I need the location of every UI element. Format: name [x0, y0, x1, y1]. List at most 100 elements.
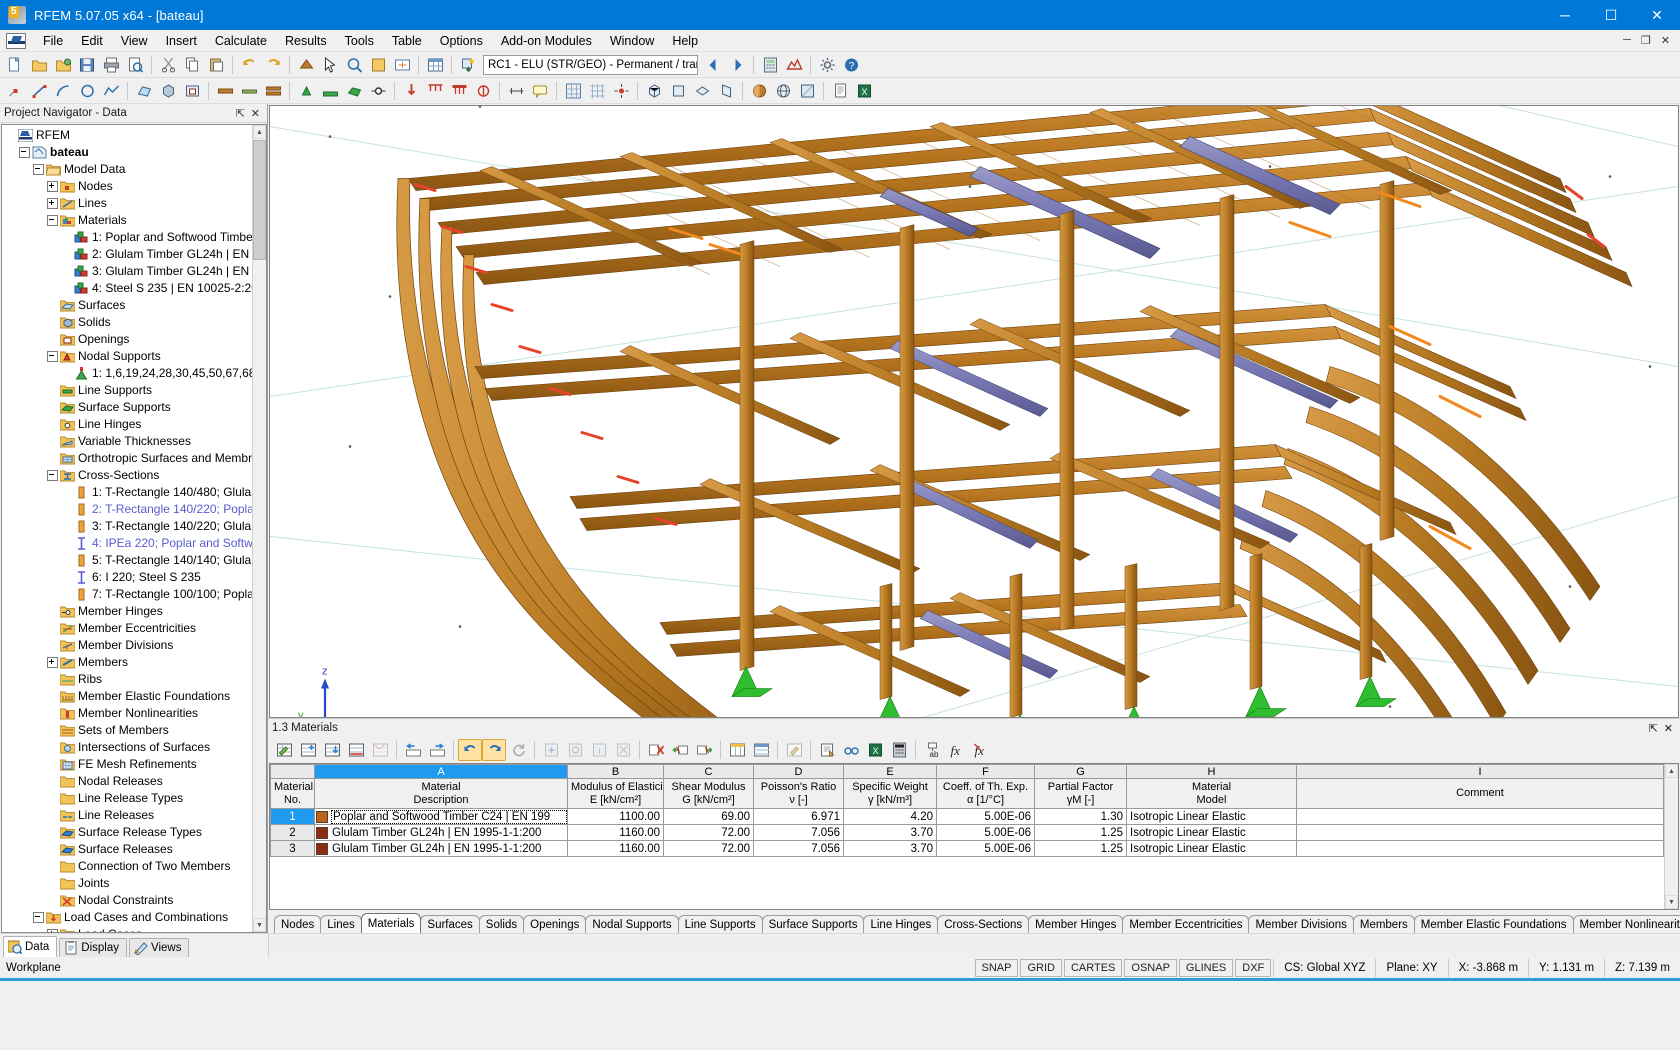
maximize-button[interactable]: ☐	[1588, 0, 1634, 30]
tree-item-surface-supports[interactable]: Surface Supports	[4, 399, 252, 416]
next-load-case-icon[interactable]	[725, 54, 749, 76]
materials-table[interactable]: A B C D E F G H I Material No. Material …	[270, 764, 1664, 909]
table-tab-surface-supports[interactable]: Surface Supports	[761, 915, 865, 933]
tree-item-1-poplar-and-softwood-timbe[interactable]: 1: Poplar and Softwood Timbe	[4, 229, 252, 246]
menu-view[interactable]: View	[112, 32, 157, 50]
status-toggle-osnap[interactable]: OSNAP	[1124, 958, 1177, 977]
menu-options[interactable]: Options	[431, 32, 492, 50]
grid-scroll-down-icon[interactable]: ▼	[1665, 895, 1678, 909]
material-model-cell[interactable]: Isotropic Linear Elastic	[1126, 808, 1297, 825]
tree-item-surface-release-types[interactable]: Surface Release Types	[4, 824, 252, 841]
help-icon[interactable]: ?	[839, 54, 863, 76]
tree-item-sets-of-members[interactable]: Sets of Members	[4, 722, 252, 739]
menu-addon-modules[interactable]: Add-on Modules	[492, 32, 601, 50]
menu-tools[interactable]: Tools	[336, 32, 383, 50]
navigator-tab-data[interactable]: Data	[3, 935, 58, 957]
table-tab-line-supports[interactable]: Line Supports	[677, 915, 763, 933]
collapse-icon[interactable]	[18, 146, 31, 159]
status-toggle-glines[interactable]: GLINES	[1178, 958, 1234, 977]
expand-icon[interactable]	[46, 656, 59, 669]
model-viewport[interactable]: z x y z x y	[269, 105, 1679, 718]
filter-rows-icon[interactable]	[368, 739, 392, 761]
material-model-cell[interactable]: Isotropic Linear Elastic	[1126, 840, 1297, 857]
info-item-icon[interactable]: i	[587, 739, 611, 761]
scrollbar-track[interactable]	[253, 260, 266, 918]
tree-item-load-cases[interactable]: Load Cases	[4, 926, 252, 932]
status-toggle-dxf[interactable]: DXF	[1235, 958, 1272, 977]
delete-row-right-icon[interactable]	[692, 739, 716, 761]
comment-cell[interactable]	[1296, 824, 1664, 841]
tree-item-3-glulam-timber-gl24h-en-1[interactable]: 3: Glulam Timber GL24h | EN 1	[4, 263, 252, 280]
load-case-combo[interactable]: RC1 - ELU (STR/GEO) - Permanent / tran ▼	[483, 54, 698, 75]
navigator-tab-display[interactable]: Display	[59, 937, 128, 957]
open-file-icon[interactable]	[27, 54, 51, 76]
excel-table-icon[interactable]: X	[863, 739, 887, 761]
shear-modulus-cell[interactable]: 72.00	[663, 840, 754, 857]
coeff-thermal-exp-cell[interactable]: 5.00E-06	[936, 824, 1035, 841]
hinge-icon[interactable]	[366, 80, 390, 102]
wireframe-icon[interactable]	[771, 80, 795, 102]
scrollbar-thumb[interactable]	[253, 140, 266, 260]
nodal-load-icon[interactable]	[399, 80, 423, 102]
tree-item-3-t-rectangle-140-220-glulam[interactable]: 3: T-Rectangle 140/220; Glulam	[4, 518, 252, 535]
specific-weight-cell[interactable]: 4.20	[843, 808, 937, 825]
col-letter-i[interactable]: I	[1296, 764, 1664, 779]
add-item-icon[interactable]	[539, 739, 563, 761]
draw-opening-icon[interactable]	[180, 80, 204, 102]
table-pin-icon[interactable]: ⇱	[1649, 722, 1658, 735]
grid-visibility-icon[interactable]	[585, 80, 609, 102]
status-toggle-cartes[interactable]: CARTES	[1063, 958, 1123, 977]
collapse-icon[interactable]	[46, 350, 59, 363]
material-description-cell[interactable]: Poplar and Softwood Timber C24 | EN 199	[314, 808, 568, 825]
table-undo-icon[interactable]	[458, 738, 482, 761]
mdi-minimize-button[interactable]: ─	[1619, 34, 1635, 47]
minimize-button[interactable]: ─	[1542, 0, 1588, 30]
menu-results[interactable]: Results	[276, 32, 336, 50]
row-number-cell[interactable]: 3	[270, 840, 315, 857]
tree-item-model-data[interactable]: Model Data	[4, 161, 252, 178]
status-toggle-grid[interactable]: GRID	[1020, 958, 1062, 977]
menu-edit[interactable]: Edit	[72, 32, 112, 50]
table-tab-line-hinges[interactable]: Line Hinges	[863, 915, 939, 933]
nodal-support-icon[interactable]	[294, 80, 318, 102]
menu-file[interactable]: File	[34, 32, 72, 50]
edit-item-icon[interactable]	[563, 739, 587, 761]
tree-item-4-ipea-220-poplar-and-softwoo[interactable]: 4: IPEa 220; Poplar and Softwoo	[4, 535, 252, 552]
col-letter-h[interactable]: H	[1126, 764, 1297, 779]
free-load-icon[interactable]	[471, 80, 495, 102]
tree-item-4-steel-s-235-en-10025-2-2004[interactable]: 4: Steel S 235 | EN 10025-2:2004	[4, 280, 252, 297]
tree-item-nodes[interactable]: Nodes	[4, 178, 252, 195]
mesh-icon[interactable]	[561, 80, 585, 102]
view-side-icon[interactable]	[714, 80, 738, 102]
col-letter-e[interactable]: E	[843, 764, 937, 779]
coeff-thermal-exp-cell[interactable]: 5.00E-06	[936, 808, 1035, 825]
surface-support-icon[interactable]	[342, 80, 366, 102]
tree-item-cross-sections[interactable]: Cross-Sections	[4, 467, 252, 484]
specific-weight-cell[interactable]: 3.70	[843, 824, 937, 841]
column-layout-icon[interactable]	[725, 739, 749, 761]
select-icon[interactable]	[318, 54, 342, 76]
cut-icon[interactable]	[156, 54, 180, 76]
table-tab-member-elastic-foundations[interactable]: Member Elastic Foundations	[1413, 915, 1574, 933]
settings-icon[interactable]	[815, 54, 839, 76]
rendering-icon[interactable]	[747, 80, 771, 102]
draw-member-icon[interactable]	[213, 80, 237, 102]
print-icon[interactable]	[99, 54, 123, 76]
tree-item-6-i-220-steel-s-235[interactable]: 6: I 220; Steel S 235	[4, 569, 252, 586]
undo-icon[interactable]	[237, 54, 261, 76]
mdi-restore-button[interactable]: ❐	[1637, 34, 1655, 47]
insert-row-icon[interactable]	[296, 739, 320, 761]
table-tab-member-nonlinearities[interactable]: Member Nonlinearities	[1572, 915, 1680, 933]
draw-circle-icon[interactable]	[75, 80, 99, 102]
navigator-tabs[interactable]: Data Display Views	[0, 933, 268, 957]
snap-icon[interactable]	[609, 80, 633, 102]
tree-item-line-releases[interactable]: Line Releases	[4, 807, 252, 824]
partial-factor-cell[interactable]: 1.30	[1034, 808, 1127, 825]
sort-rows-icon[interactable]	[344, 739, 368, 761]
specific-weight-cell[interactable]: 3.70	[843, 840, 937, 857]
tree-item-1-t-rectangle-140-480-glulam[interactable]: 1: T-Rectangle 140/480; Glulam	[4, 484, 252, 501]
tree-item-joints[interactable]: Joints	[4, 875, 252, 892]
table-close-icon[interactable]: ✕	[1664, 722, 1673, 735]
material-description-cell[interactable]: Glulam Timber GL24h | EN 1995-1-1:200	[314, 824, 568, 841]
tree-item-rfem[interactable]: RFEM	[4, 127, 252, 144]
